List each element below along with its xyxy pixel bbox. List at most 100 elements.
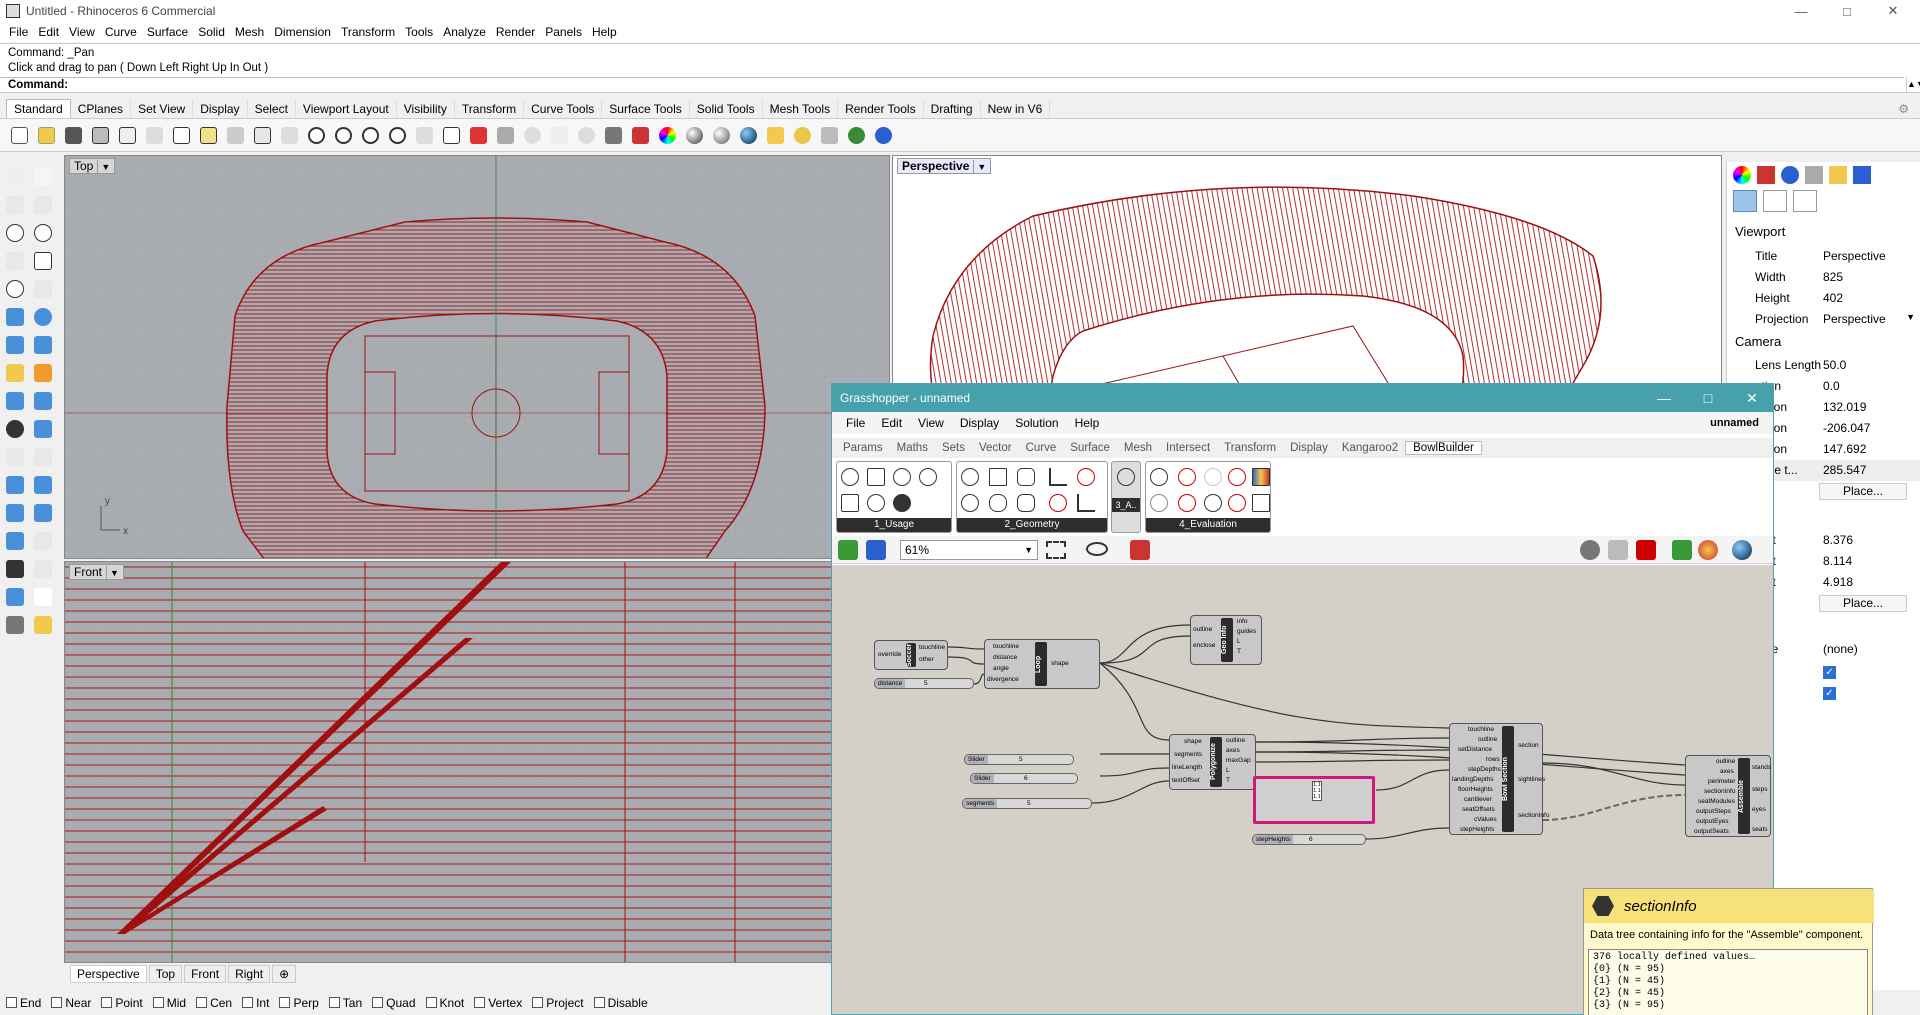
zoom-icon[interactable] (305, 124, 328, 147)
camera-icon[interactable] (1733, 190, 1757, 212)
osnap-knot[interactable]: Knot (425, 996, 464, 1010)
cut-icon[interactable] (143, 124, 166, 147)
show-checkbox[interactable]: ✓ (1823, 666, 1836, 679)
gh-preview-eye-icon[interactable] (1086, 542, 1108, 556)
options-gear-icon[interactable] (791, 124, 814, 147)
rectangle-shape-icon[interactable] (987, 466, 1009, 488)
gray-checkbox[interactable]: ✓ (1823, 687, 1836, 700)
fillet-icon[interactable] (4, 446, 26, 468)
gh-save-icon[interactable] (866, 540, 886, 560)
gh-color-icon[interactable] (1698, 540, 1718, 560)
gh-open-icon[interactable] (838, 540, 858, 560)
tab-new-in-v6[interactable]: New in V6 (981, 100, 1051, 118)
menu-render[interactable]: Render (491, 25, 540, 39)
select-icon[interactable] (548, 124, 571, 147)
gh-slider-segments[interactable]: segments 5 (962, 798, 1092, 809)
olympic-rings-icon[interactable] (865, 492, 887, 514)
gh-wire-icon[interactable] (1608, 540, 1628, 560)
open-icon[interactable] (35, 124, 58, 147)
gh-preview-mode-icon[interactable] (1580, 540, 1600, 560)
gh-node-bowl-section[interactable]: touchline outline setDistance rows stepD… (1449, 723, 1549, 835)
command-scroll-icon[interactable]: ▲▼ (1906, 77, 1920, 93)
gh-tab-intersect[interactable]: Intersect (1159, 442, 1217, 454)
zoom-window-icon[interactable] (332, 124, 355, 147)
gh-node-geoinfo[interactable]: outline enclose Geo Info info guides L T (1190, 615, 1262, 665)
prop-lens-length[interactable]: Lens Length 50.0 (1727, 355, 1920, 376)
gh-tab-mesh[interactable]: Mesh (1117, 442, 1159, 454)
menu-surface[interactable]: Surface (142, 25, 193, 39)
flag-icon[interactable] (1202, 492, 1224, 514)
lock-icon[interactable] (602, 124, 625, 147)
gh-node-assemble[interactable]: outline axes perimeter sectionInfo seatM… (1685, 755, 1771, 837)
prop-projection[interactable]: Projection Perspective ▼ (1727, 309, 1920, 330)
circle-shape-icon[interactable] (959, 466, 981, 488)
circle-icon[interactable] (4, 222, 26, 244)
polyline-icon[interactable] (4, 194, 26, 216)
dimension-icon[interactable] (764, 124, 787, 147)
chevron-down-icon[interactable]: ▼ (97, 160, 110, 174)
tab-render-tools[interactable]: Render Tools (838, 100, 924, 118)
gh-node-polygonize[interactable]: shape segments lineLength textOffset Pol… (1169, 734, 1256, 790)
folder-icon[interactable] (1829, 166, 1847, 184)
material-icon[interactable] (629, 124, 652, 147)
osnap-disable[interactable]: Disable (593, 996, 648, 1010)
gh-menu-display[interactable]: Display (952, 416, 1007, 430)
select-arrow-icon[interactable] (4, 166, 26, 188)
sphere-icon[interactable] (32, 306, 54, 328)
gh-node-soccer[interactable]: override Soccer touchline other (874, 640, 948, 670)
osnap-vertex[interactable]: Vertex (474, 996, 522, 1010)
close-icon[interactable]: ✕ (1870, 0, 1916, 22)
menu-analyze[interactable]: Analyze (438, 25, 491, 39)
osnap-point[interactable]: Point (101, 996, 143, 1010)
prop-width[interactable]: Width 825 (1727, 267, 1920, 288)
gear-icon[interactable]: ⚙ (1891, 100, 1916, 118)
help-icon[interactable] (872, 124, 895, 147)
gh-sketch-icon[interactable] (1130, 540, 1150, 560)
trim-icon[interactable] (4, 390, 26, 412)
rectangle-icon[interactable] (32, 250, 54, 272)
gh-zoom-select[interactable]: 61% ▼ (900, 540, 1038, 560)
ray-icon[interactable] (1176, 466, 1198, 488)
light-bulb-icon[interactable] (575, 124, 598, 147)
menu-solid[interactable]: Solid (193, 25, 230, 39)
bowl-icon[interactable] (1115, 466, 1137, 488)
tab-visibility[interactable]: Visibility (397, 100, 455, 118)
gh-tab-curve[interactable]: Curve (1019, 442, 1064, 454)
menu-dimension[interactable]: Dimension (269, 25, 336, 39)
chevron-down-icon[interactable]: ▼ (973, 160, 986, 174)
material-icon[interactable] (1757, 166, 1775, 184)
minimize-icon[interactable]: — (1778, 0, 1824, 22)
new-icon[interactable] (8, 124, 31, 147)
sphere-render-icon[interactable] (683, 124, 706, 147)
surface-icon[interactable] (32, 334, 54, 356)
sightline-icon[interactable] (1075, 466, 1097, 488)
tab-standard[interactable]: Standard (6, 99, 71, 118)
gh-node-loop[interactable]: touchline distance angle divergence Loop… (984, 639, 1100, 689)
viewport-perspective-label[interactable]: Perspective ▼ (897, 158, 992, 174)
ray2-icon[interactable] (1176, 492, 1198, 514)
tab-right[interactable]: Right (228, 965, 271, 983)
osnap-end[interactable]: End (6, 996, 41, 1010)
osnap-mid[interactable]: Mid (152, 996, 186, 1010)
osnap-tan[interactable]: Tan (328, 996, 362, 1010)
osnap-cen[interactable]: Cen (196, 996, 232, 1010)
stadium-shape-icon[interactable] (987, 492, 1009, 514)
rounded-rect-icon[interactable] (1015, 466, 1037, 488)
viewport-front-label[interactable]: Front ▼ (69, 564, 124, 580)
zoom-extents-icon[interactable] (359, 124, 382, 147)
bat-icon[interactable] (839, 492, 861, 514)
paste-icon[interactable] (197, 124, 220, 147)
tier-icon[interactable] (1047, 466, 1069, 488)
gh-tab-vector[interactable]: Vector (972, 442, 1019, 454)
osnap-perp[interactable]: Perp (279, 996, 319, 1010)
group-icon[interactable] (32, 418, 54, 440)
osnap-quad[interactable]: Quad (372, 996, 416, 1010)
gh-menu-view[interactable]: View (910, 416, 952, 430)
boolean-icon[interactable] (4, 362, 26, 384)
tab-viewport-layout[interactable]: Viewport Layout (296, 100, 397, 118)
undo-icon[interactable] (224, 124, 247, 147)
prop-height[interactable]: Height 402 (1727, 288, 1920, 309)
gh-slider-2[interactable]: Slider 6 (970, 773, 1078, 784)
gh-minimize-icon[interactable]: — (1642, 384, 1686, 412)
gh-menu-solution[interactable]: Solution (1007, 416, 1066, 430)
